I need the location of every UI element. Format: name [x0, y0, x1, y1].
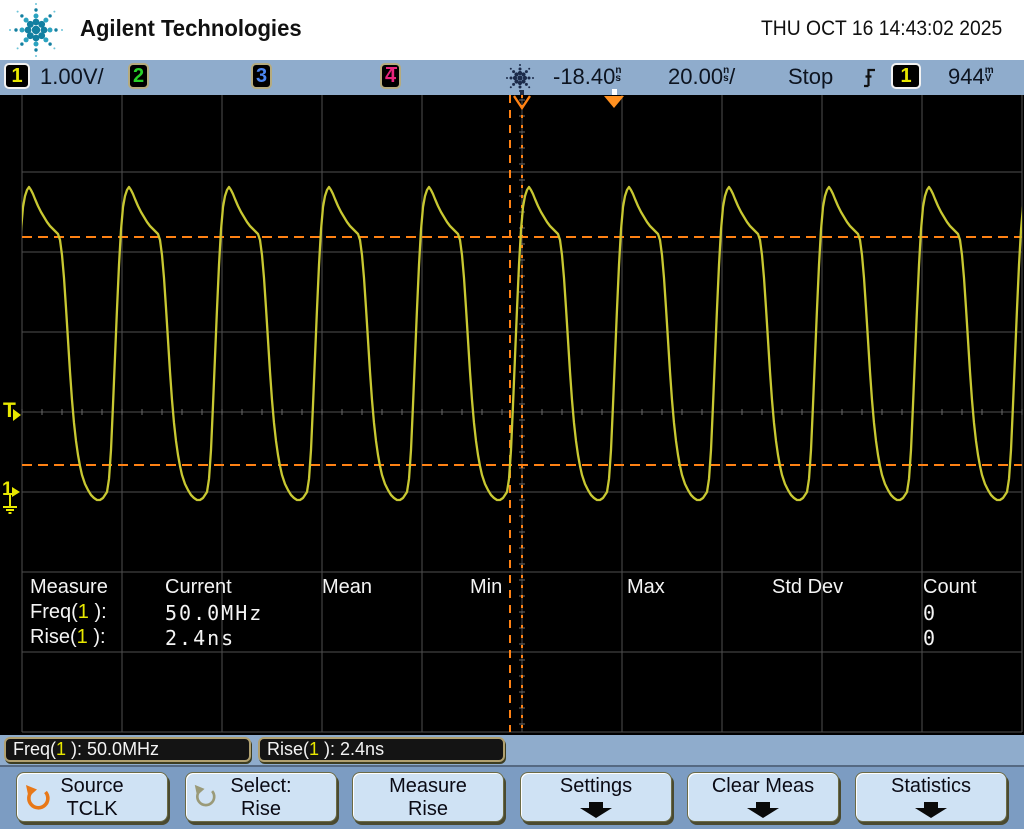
trigger-level: 944mV: [948, 64, 994, 90]
channel-2-number: 2: [133, 65, 144, 88]
softkey-statistics-label: Statistics: [856, 775, 1006, 798]
softkey-measure-line2: Rise: [353, 798, 503, 821]
measurement-row-label: Rise(1 ):: [30, 626, 106, 649]
softkey-statistics[interactable]: Statistics: [855, 772, 1007, 822]
meas-col-header: Std Dev: [772, 576, 843, 599]
channel-1-number: 1: [11, 65, 22, 88]
graticule-and-trace: T1: [0, 95, 1024, 735]
waveform-display-area[interactable]: T1 Measure Current Mean Min Max Std Dev Count F…: [0, 95, 1024, 735]
rising-edge-trigger-icon: [860, 64, 880, 92]
channel-3-number: 3: [256, 65, 267, 88]
softkey-clear-meas-label: Clear Meas: [688, 775, 838, 798]
trigger-source-number: 1: [900, 65, 911, 88]
softkey-measure-line1: Measure: [353, 775, 503, 798]
channel-2-badge[interactable]: 2: [128, 63, 149, 89]
ch4-invert-overline: [386, 67, 397, 69]
horizontal-delay: -18.40ns: [553, 64, 622, 90]
rotary-knob-icon: [24, 784, 51, 811]
run-state: Stop: [788, 64, 833, 90]
rise-result-value: 2.4ns: [340, 739, 384, 760]
agilent-logo-icon: [6, 0, 66, 60]
channel-4-badge[interactable]: 4: [380, 63, 401, 89]
meas-col-header: Mean: [322, 576, 372, 599]
trigger-source-badge[interactable]: 1: [891, 63, 921, 89]
meas-col-header: Count: [923, 576, 976, 599]
measurement-row-label: Freq(1 ):: [30, 601, 107, 624]
down-arrow-icon: [741, 802, 785, 819]
down-arrow-icon: [574, 802, 618, 819]
measurement-current-value: 2.4ns: [165, 626, 235, 650]
channel-1-badge[interactable]: 1: [4, 63, 30, 89]
rotary-knob-icon: [193, 784, 217, 808]
ch1-ground-marker: 1: [2, 479, 13, 500]
meas-col-header: Measure: [30, 576, 108, 599]
trigger-point-marker: [604, 96, 624, 108]
meas-col-header: Current: [165, 576, 232, 599]
meas-col-header: Max: [627, 576, 665, 599]
datetime-display: THU OCT 16 14:43:02 2025: [761, 17, 1002, 41]
freq-result-channel: 1: [56, 739, 66, 760]
top-title-bar: Agilent Technologies THU OCT 16 14:43:02…: [0, 0, 1024, 60]
brand-title: Agilent Technologies: [80, 15, 302, 42]
softkey-select[interactable]: Select: Rise: [185, 772, 337, 822]
measurement-count-value: 0: [923, 626, 937, 650]
rise-result-box: Rise(1 ): 2.4ns: [258, 737, 505, 762]
down-arrow-icon: [909, 802, 953, 819]
measurement-count-value: 0: [923, 601, 937, 625]
status-bar: 1 1.00V/ 2 3 4 -18.40ns 20.00ns/ Stop 1 …: [0, 60, 1024, 95]
measurement-current-value: 50.0MHz: [165, 601, 263, 625]
freq-result-box: Freq(1 ): 50.0MHz: [4, 737, 251, 762]
rise-result-label: Rise(: [267, 739, 309, 760]
timebase-scale: 20.00ns/: [668, 64, 735, 90]
oscilloscope-screen: { "header": { "brand": "Agilent Technolo…: [0, 0, 1024, 829]
softkey-bar: Source TCLK Select: Rise Measure Rise Se…: [0, 765, 1024, 829]
freq-result-suffix: ):: [66, 739, 87, 760]
channel-1-scale: 1.00V/: [40, 64, 104, 90]
softkey-settings-label: Settings: [521, 775, 671, 798]
channel-3-badge[interactable]: 3: [251, 63, 272, 89]
ch1-trace: [7, 187, 1024, 500]
meas-col-header: Min: [470, 576, 502, 599]
freq-result-value: 50.0MHz: [87, 739, 159, 760]
softkey-clear-meas[interactable]: Clear Meas: [687, 772, 839, 822]
freq-result-label: Freq(: [13, 739, 56, 760]
rise-result-channel: 1: [309, 739, 319, 760]
softkey-settings[interactable]: Settings: [520, 772, 672, 822]
measurement-result-bar: Freq(1 ): 50.0MHz Rise(1 ): 2.4ns: [0, 735, 1024, 765]
softkey-measure[interactable]: Measure Rise: [352, 772, 504, 822]
softkey-source[interactable]: Source TCLK: [16, 772, 168, 822]
rise-result-suffix: ):: [319, 739, 340, 760]
